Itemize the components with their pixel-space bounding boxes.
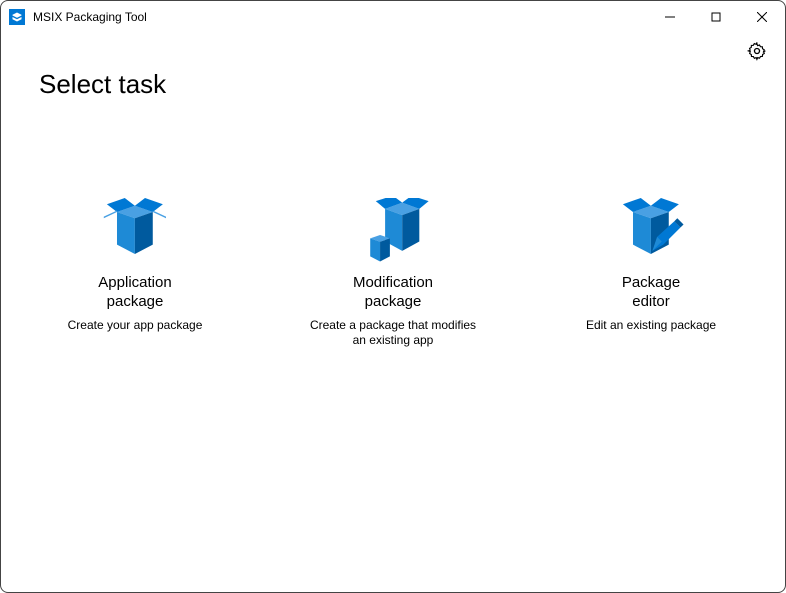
task-title: Package editor xyxy=(547,274,755,312)
maximize-button[interactable] xyxy=(693,1,739,33)
task-title: Application package xyxy=(31,274,239,312)
task-package-editor[interactable]: Package editor Edit an existing package xyxy=(547,190,755,349)
settings-row xyxy=(1,33,785,61)
task-title: Modification package xyxy=(289,274,497,312)
window-title: MSIX Packaging Tool xyxy=(33,10,147,24)
titlebar: MSIX Packaging Tool xyxy=(1,1,785,33)
minimize-button[interactable] xyxy=(647,1,693,33)
gear-icon[interactable] xyxy=(747,41,767,61)
task-modification-package[interactable]: Modification package Create a package th… xyxy=(289,190,497,349)
box-mod-icon xyxy=(289,190,497,268)
close-button[interactable] xyxy=(739,1,785,33)
task-application-package[interactable]: Application package Create your app pack… xyxy=(31,190,239,349)
box-open-icon xyxy=(31,190,239,268)
task-description: Create a package that modifies an existi… xyxy=(289,318,497,349)
page-title: Select task xyxy=(39,69,785,100)
app-icon xyxy=(9,9,25,25)
task-description: Create your app package xyxy=(31,318,239,334)
task-list: Application package Create your app pack… xyxy=(1,190,785,349)
box-edit-icon xyxy=(547,190,755,268)
task-description: Edit an existing package xyxy=(547,318,755,334)
window-controls xyxy=(647,1,785,33)
